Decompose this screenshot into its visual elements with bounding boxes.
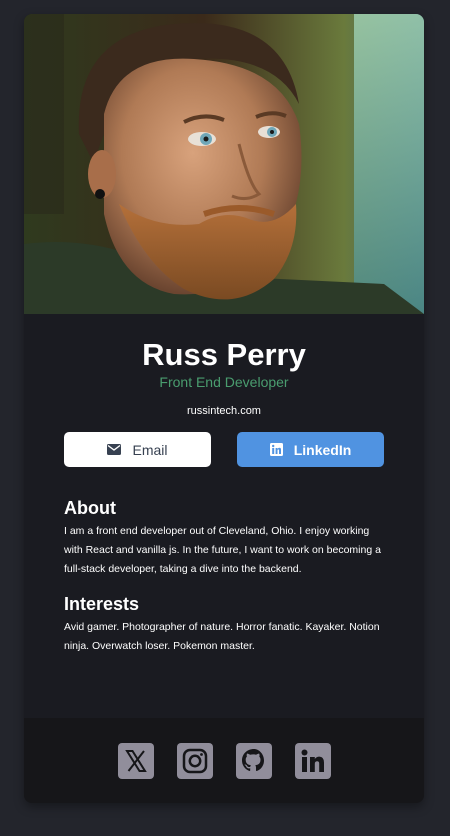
- email-button[interactable]: Email: [64, 432, 211, 467]
- profile-photo: [24, 14, 424, 314]
- profile-card: Russ Perry Front End Developer russintec…: [24, 14, 424, 803]
- linkedin-icon[interactable]: [294, 742, 331, 779]
- linkedin-button-label: LinkedIn: [293, 441, 352, 458]
- envelope-icon: [107, 444, 122, 455]
- x-icon[interactable]: [117, 742, 154, 779]
- linkedin-icon: [269, 443, 283, 456]
- interests-text: Avid gamer. Photographer of nature. Horr…: [64, 621, 380, 652]
- contact-buttons: Email LinkedIn: [64, 432, 384, 467]
- instagram-icon[interactable]: [176, 742, 213, 779]
- interests-heading: Interests: [64, 594, 140, 614]
- github-icon[interactable]: [235, 742, 272, 779]
- email-button-label: Email: [132, 441, 168, 458]
- about-section: About I am a front end developer out of …: [64, 497, 384, 579]
- about-text: I am a front end developer out of Clevel…: [64, 525, 381, 575]
- website-link[interactable]: russintech.com: [24, 404, 424, 418]
- social-footer: [24, 718, 424, 803]
- profile-title: Front End Developer: [159, 374, 289, 390]
- profile-name: Russ Perry: [142, 337, 306, 372]
- about-heading: About: [64, 498, 116, 518]
- interests-section: Interests Avid gamer. Photographer of na…: [64, 593, 384, 656]
- linkedin-button[interactable]: LinkedIn: [237, 432, 384, 467]
